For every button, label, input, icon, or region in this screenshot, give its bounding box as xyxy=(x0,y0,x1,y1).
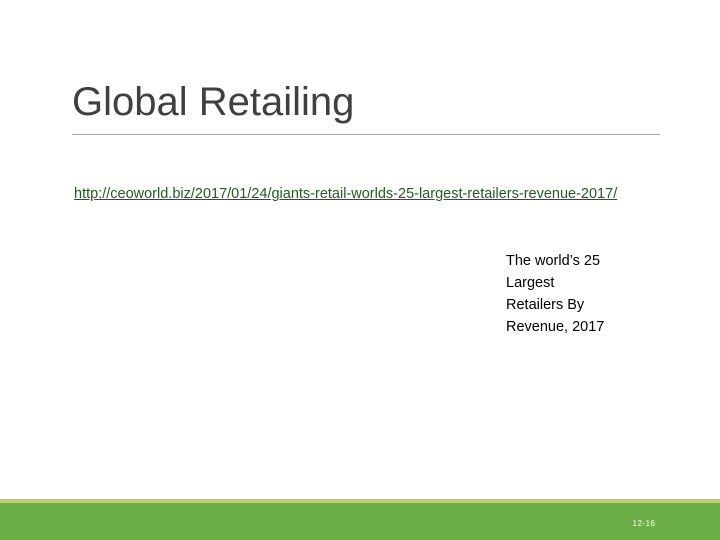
caption-line: Retailers By xyxy=(506,297,585,313)
source-link[interactable]: http://ceoworld.biz/2017/01/24/giants-re… xyxy=(74,184,634,205)
caption-line: Revenue, 2017 xyxy=(506,319,605,335)
page-number: 12-16 xyxy=(632,519,656,528)
caption-line: The world’s 25 xyxy=(506,253,601,269)
caption-line: Largest xyxy=(506,275,555,291)
image-caption: The world’s 25 Largest Retailers By Reve… xyxy=(506,250,636,338)
title-divider xyxy=(72,134,660,135)
slide: Global Retailing http://ceoworld.biz/201… xyxy=(0,0,720,540)
footer-bar xyxy=(0,503,720,540)
slide-title: Global Retailing xyxy=(72,80,355,124)
